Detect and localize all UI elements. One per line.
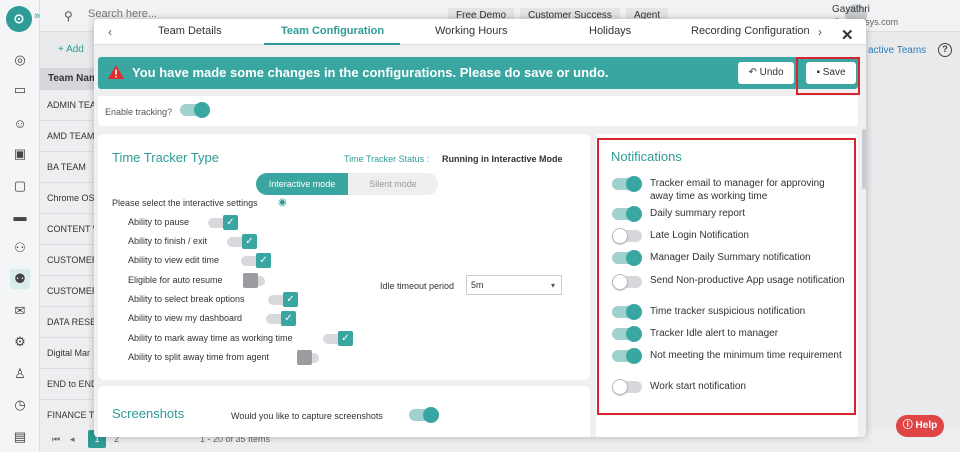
warning-icon xyxy=(108,65,124,79)
calendar-icon[interactable]: ▭ xyxy=(10,80,30,100)
time-tracker-card: Time Tracker Type Time Tracker Status : … xyxy=(98,134,590,380)
column-header-team-name[interactable]: Team Nam xyxy=(40,68,100,90)
prev-page-icon[interactable]: ◂ xyxy=(70,434,75,445)
setting-label: Ability to select break options xyxy=(128,294,245,304)
alert-message: You have made some changes in the config… xyxy=(132,65,609,80)
idle-timeout-label: Idle timeout period xyxy=(380,281,455,291)
unsaved-changes-alert: You have made some changes in the config… xyxy=(98,57,858,89)
user-name: Gayathri xyxy=(832,4,870,15)
table-row[interactable]: AMD TEAM xyxy=(40,121,100,152)
help-button[interactable]: ⓘ Help xyxy=(896,415,944,437)
search-icon: ⚲ xyxy=(64,9,73,23)
enable-tracking-label: Enable tracking? xyxy=(105,107,173,117)
document-icon[interactable]: ▤ xyxy=(10,427,30,447)
add-team-button[interactable]: + Add xyxy=(58,44,84,55)
ability-to-view-edit-time-toggle[interactable]: ✓ xyxy=(241,253,271,268)
mark-away-time-toggle[interactable]: ✓ xyxy=(323,331,353,346)
screenshots-toggle[interactable] xyxy=(409,407,439,423)
users-icon[interactable]: ⚇ xyxy=(10,238,30,258)
table-row[interactable]: CUSTOMER xyxy=(40,245,100,276)
screenshots-title: Screenshots xyxy=(112,406,185,421)
active-tab-indicator xyxy=(264,43,400,45)
undo-label: Undo xyxy=(759,67,784,78)
sidebar: ⊙ ◎ ▭ ☺ ▣ ▢ ▬ ⚇ ⚉ ✉ ⚙ ♙ ◷ ▤ xyxy=(0,0,40,452)
tab-next-icon[interactable]: › xyxy=(814,25,826,39)
table-row[interactable]: CONTENT W xyxy=(40,214,100,245)
teams-icon[interactable]: ⚉ xyxy=(10,269,30,289)
interactive-settings-label: Please select the interactive settings xyxy=(112,198,258,208)
tracker-mode-switch: Interactive mode Silent mode xyxy=(256,173,438,195)
card-icon[interactable]: ▬ xyxy=(10,206,30,226)
screenshots-card: Screenshots Would you like to capture sc… xyxy=(98,386,590,437)
auto-resume-toggle[interactable]: ✓ xyxy=(243,273,273,288)
table-row[interactable]: Digital Mar xyxy=(40,338,100,369)
chevron-down-icon: ▾ xyxy=(550,281,555,290)
table-row[interactable]: DATA RESEA xyxy=(40,307,100,338)
team-configuration-modal: ‹ Team Details Team Configuration Workin… xyxy=(94,19,866,437)
tab-prev-icon[interactable]: ‹ xyxy=(108,25,112,39)
tab-team-configuration[interactable]: Team Configuration xyxy=(281,25,384,37)
speedometer-icon[interactable]: ◎ xyxy=(10,50,30,70)
tab-holidays[interactable]: Holidays xyxy=(589,25,631,37)
silent-mode-option[interactable]: Silent mode xyxy=(348,173,438,195)
table-row[interactable]: FINANCE TE xyxy=(40,400,100,431)
undo-button[interactable]: ↶ Undo xyxy=(738,62,794,84)
save-highlight-box xyxy=(796,57,860,95)
idle-timeout-select[interactable]: 5m ▾ xyxy=(466,275,562,295)
undo-icon: ↶ xyxy=(748,67,757,78)
help-label: Help xyxy=(915,420,938,431)
table-row[interactable]: CUSTOMER xyxy=(40,276,100,307)
setting-label: Eligible for auto resume xyxy=(128,275,223,285)
help-icon: ⓘ xyxy=(902,420,913,431)
briefcase-icon[interactable]: ▣ xyxy=(10,144,30,164)
setting-label: Ability to view my dashboard xyxy=(128,313,243,323)
tracker-status-value: Running in Interactive Mode xyxy=(442,154,563,164)
tab-working-hours[interactable]: Working Hours xyxy=(435,25,508,37)
clock-icon[interactable]: ◷ xyxy=(10,395,30,415)
table-row[interactable]: END to END xyxy=(40,369,100,400)
ability-to-pause-toggle[interactable]: ✓ xyxy=(208,215,238,230)
tab-team-details[interactable]: Team Details xyxy=(158,25,222,37)
setting-label: Ability to pause xyxy=(128,217,190,227)
table-row[interactable]: BA TEAM xyxy=(40,152,100,183)
break-options-toggle[interactable]: ✓ xyxy=(268,292,298,307)
enable-tracking-toggle[interactable] xyxy=(180,102,210,118)
time-tracker-title: Time Tracker Type xyxy=(112,150,219,165)
help-question-icon[interactable]: ? xyxy=(938,43,952,57)
eye-icon[interactable]: ◉ xyxy=(278,197,287,208)
mail-icon[interactable]: ✉ xyxy=(10,301,30,321)
first-page-icon[interactable]: ⏮ xyxy=(52,434,60,445)
profile-icon[interactable]: ♙ xyxy=(10,364,30,384)
setting-label: Ability to view edit time xyxy=(128,255,220,265)
user-icon[interactable]: ☺ xyxy=(10,113,30,133)
idle-timeout-value: 5m xyxy=(471,280,484,290)
app-logo-icon[interactable]: ⊙ xyxy=(6,6,32,32)
split-away-time-toggle[interactable]: ✓ xyxy=(297,350,327,365)
tab-recording-configuration[interactable]: Recording Configuration xyxy=(691,25,810,37)
active-teams-link[interactable]: active Teams xyxy=(868,45,926,56)
view-dashboard-toggle[interactable]: ✓ xyxy=(266,311,296,326)
tracker-status-label: Time Tracker Status : xyxy=(344,154,430,164)
ability-to-finish-toggle[interactable]: ✓ xyxy=(227,234,257,249)
monitor-icon[interactable]: ▢ xyxy=(10,176,30,196)
tab-bar: ‹ Team Details Team Configuration Workin… xyxy=(94,19,866,45)
table-row[interactable]: ADMIN TEAM xyxy=(40,90,100,121)
close-icon[interactable]: ✕ xyxy=(841,26,854,44)
setting-label: Ability to finish / exit xyxy=(128,236,208,246)
screenshots-question: Would you like to capture screenshots xyxy=(231,411,383,421)
modal-scrollbar[interactable] xyxy=(862,129,866,189)
interactive-mode-option[interactable]: Interactive mode xyxy=(256,173,348,195)
setting-label: Ability to split away time from agent xyxy=(128,352,270,362)
notifications-highlight-box xyxy=(597,138,856,415)
enable-tracking-card: Enable tracking? xyxy=(98,96,858,126)
table-row[interactable]: Chrome OS xyxy=(40,183,100,214)
setting-label: Ability to mark away time as working tim… xyxy=(128,333,293,343)
settings-icon[interactable]: ⚙ xyxy=(10,332,30,352)
